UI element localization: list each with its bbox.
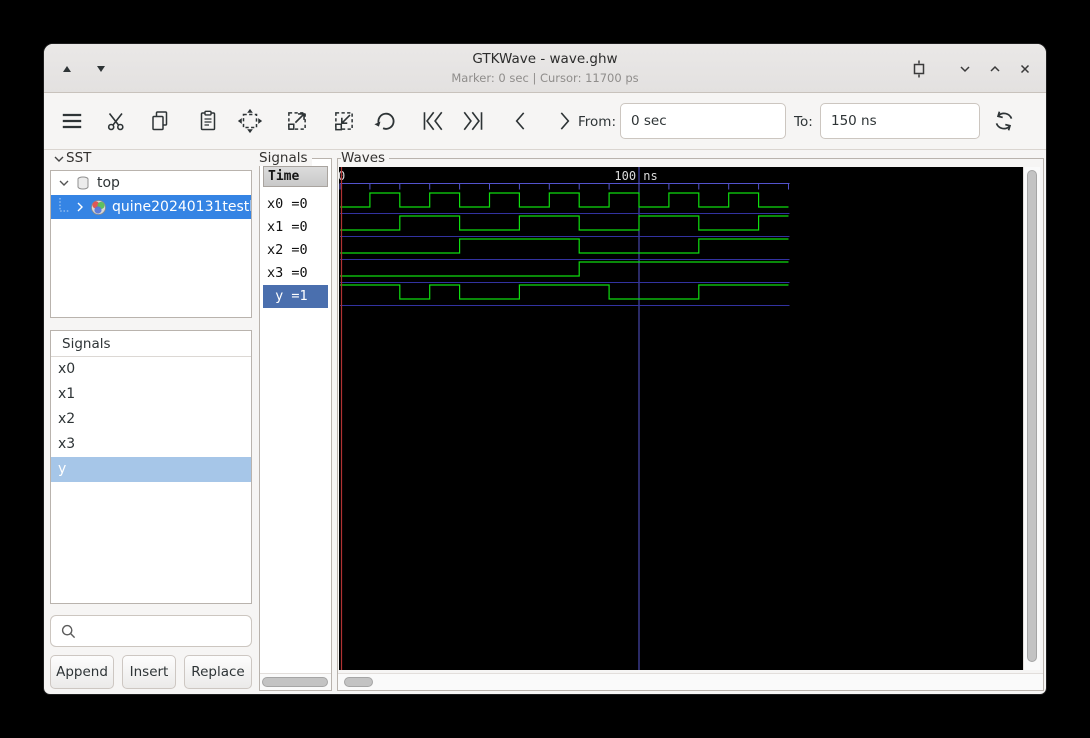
chevron-down-icon — [960, 66, 970, 73]
waves-vscrollbar[interactable] — [1023, 167, 1040, 670]
copy-button[interactable] — [146, 107, 174, 135]
frame-line — [388, 158, 1044, 159]
signal-list-panel: Time x0 =0 x1 =0 x2 =0 x3 =0 y =1 — [259, 158, 332, 691]
titlebar[interactable]: GTKWave - wave.ghw Marker: 0 sec | Curso… — [44, 44, 1046, 93]
signal-value-row-x2[interactable]: x2 =0 — [263, 239, 328, 262]
signal-list-hscrollbar[interactable] — [260, 673, 331, 690]
chevron-down-icon — [54, 156, 64, 162]
time-column-header[interactable]: Time — [263, 166, 328, 187]
close-button[interactable] — [1012, 56, 1038, 82]
tree-guide-line — [59, 198, 69, 212]
tree-item-testbench[interactable]: quine20240131testbench — [51, 195, 251, 219]
signal-browser-header: Signals — [51, 331, 251, 357]
undo-arrow-icon — [374, 112, 395, 130]
signal-search-box[interactable] — [50, 615, 252, 647]
sst-frame-label: SST — [66, 150, 96, 166]
signal-value-row-x1[interactable]: x1 =0 — [263, 216, 328, 239]
signal-value-row-x0[interactable]: x0 =0 — [263, 193, 328, 216]
svg-text:0: 0 — [339, 169, 345, 183]
shift-left-button[interactable] — [507, 107, 535, 135]
paste-button[interactable] — [194, 107, 222, 135]
hamburger-menu-icon — [62, 113, 82, 129]
zoom-fit-button[interactable] — [236, 107, 264, 135]
signal-action-buttons: Append Insert Replace — [50, 655, 252, 689]
waves-frame-label: Waves — [341, 150, 390, 166]
scrollbar-thumb[interactable] — [344, 677, 373, 687]
reload-button[interactable] — [990, 107, 1018, 135]
chevron-up-icon — [990, 65, 1000, 72]
scrollbar-thumb[interactable] — [1027, 170, 1037, 662]
tree-item-label: top — [97, 175, 120, 191]
from-input[interactable] — [620, 103, 786, 139]
signal-item-x3[interactable]: x3 — [51, 432, 251, 457]
signals-frame-label: Signals — [259, 150, 312, 166]
focus-icon — [913, 60, 925, 78]
append-button[interactable]: Append — [50, 655, 114, 689]
chevron-left-icon — [515, 112, 525, 130]
to-label: To: — [794, 114, 813, 130]
signal-item-x2[interactable]: x2 — [51, 407, 251, 432]
marker-cursor-status: Marker: 0 sec | Cursor: 11700 ps — [451, 71, 639, 85]
chevron-right-icon — [560, 112, 570, 130]
clipboard-paste-icon — [200, 110, 216, 131]
skip-to-start-button[interactable] — [419, 107, 447, 135]
copy-icon — [152, 111, 168, 131]
module-icon — [91, 199, 106, 215]
waveform-display: 0 100 ns — [339, 167, 790, 670]
maximize-button[interactable] — [982, 56, 1008, 82]
from-label: From: — [578, 114, 616, 130]
toolbar: From: To: — [44, 93, 1046, 150]
zoom-in-button[interactable] — [283, 107, 311, 135]
scrollbar-thumb[interactable] — [262, 677, 328, 687]
signal-search-input[interactable] — [83, 618, 248, 644]
expander-down-icon[interactable] — [57, 176, 71, 190]
skip-end-icon — [463, 111, 483, 131]
insert-button[interactable]: Insert — [122, 655, 176, 689]
database-cylinder-icon — [77, 176, 89, 190]
cut-button[interactable] — [103, 107, 131, 135]
signal-item-x0[interactable]: x0 — [51, 357, 251, 382]
focus-indicator-button[interactable] — [906, 56, 932, 82]
undo-button[interactable] — [371, 107, 399, 135]
replace-button[interactable]: Replace — [184, 655, 252, 689]
wave-canvas[interactable]: 0 100 ns — [339, 167, 1026, 670]
signal-item-y[interactable]: y — [51, 457, 251, 482]
to-input[interactable] — [820, 103, 980, 139]
tree-item-label: quine20240131testbench — [112, 199, 251, 215]
gtkwave-window: GTKWave - wave.ghw Marker: 0 sec | Curso… — [44, 44, 1046, 694]
waves-hscrollbar[interactable] — [338, 673, 1043, 690]
reload-icon — [995, 111, 1013, 131]
minimize-button[interactable] — [952, 56, 978, 82]
expander-right-icon[interactable] — [73, 200, 87, 214]
shift-right-button[interactable] — [550, 107, 578, 135]
signal-value-row-y[interactable]: y =1 — [263, 285, 328, 308]
close-icon — [1020, 64, 1030, 74]
svg-text:100 ns: 100 ns — [614, 169, 657, 183]
signal-value-row-x3[interactable]: x3 =0 — [263, 262, 328, 285]
sst-tree[interactable]: top quine20240131testbench — [50, 170, 252, 318]
waves-panel: 0 100 ns — [337, 158, 1044, 691]
zoom-out-arrow-icon — [335, 112, 353, 131]
zoom-in-arrow-icon — [288, 112, 306, 130]
skip-start-icon — [423, 111, 443, 131]
signal-item-x1[interactable]: x1 — [51, 382, 251, 407]
signal-browser-list[interactable]: Signals x0 x1 x2 x3 y — [50, 330, 252, 604]
zoom-fit-icon — [237, 108, 263, 134]
menu-button[interactable] — [58, 107, 86, 135]
skip-to-end-button[interactable] — [459, 107, 487, 135]
search-icon — [61, 624, 76, 639]
desktop-background: GTKWave - wave.ghw Marker: 0 sec | Curso… — [0, 0, 1090, 738]
zoom-out-button[interactable] — [330, 107, 358, 135]
tree-item-top[interactable]: top — [51, 171, 251, 195]
window-title: GTKWave - wave.ghw — [472, 51, 618, 67]
scissors-cut-icon — [107, 113, 124, 131]
